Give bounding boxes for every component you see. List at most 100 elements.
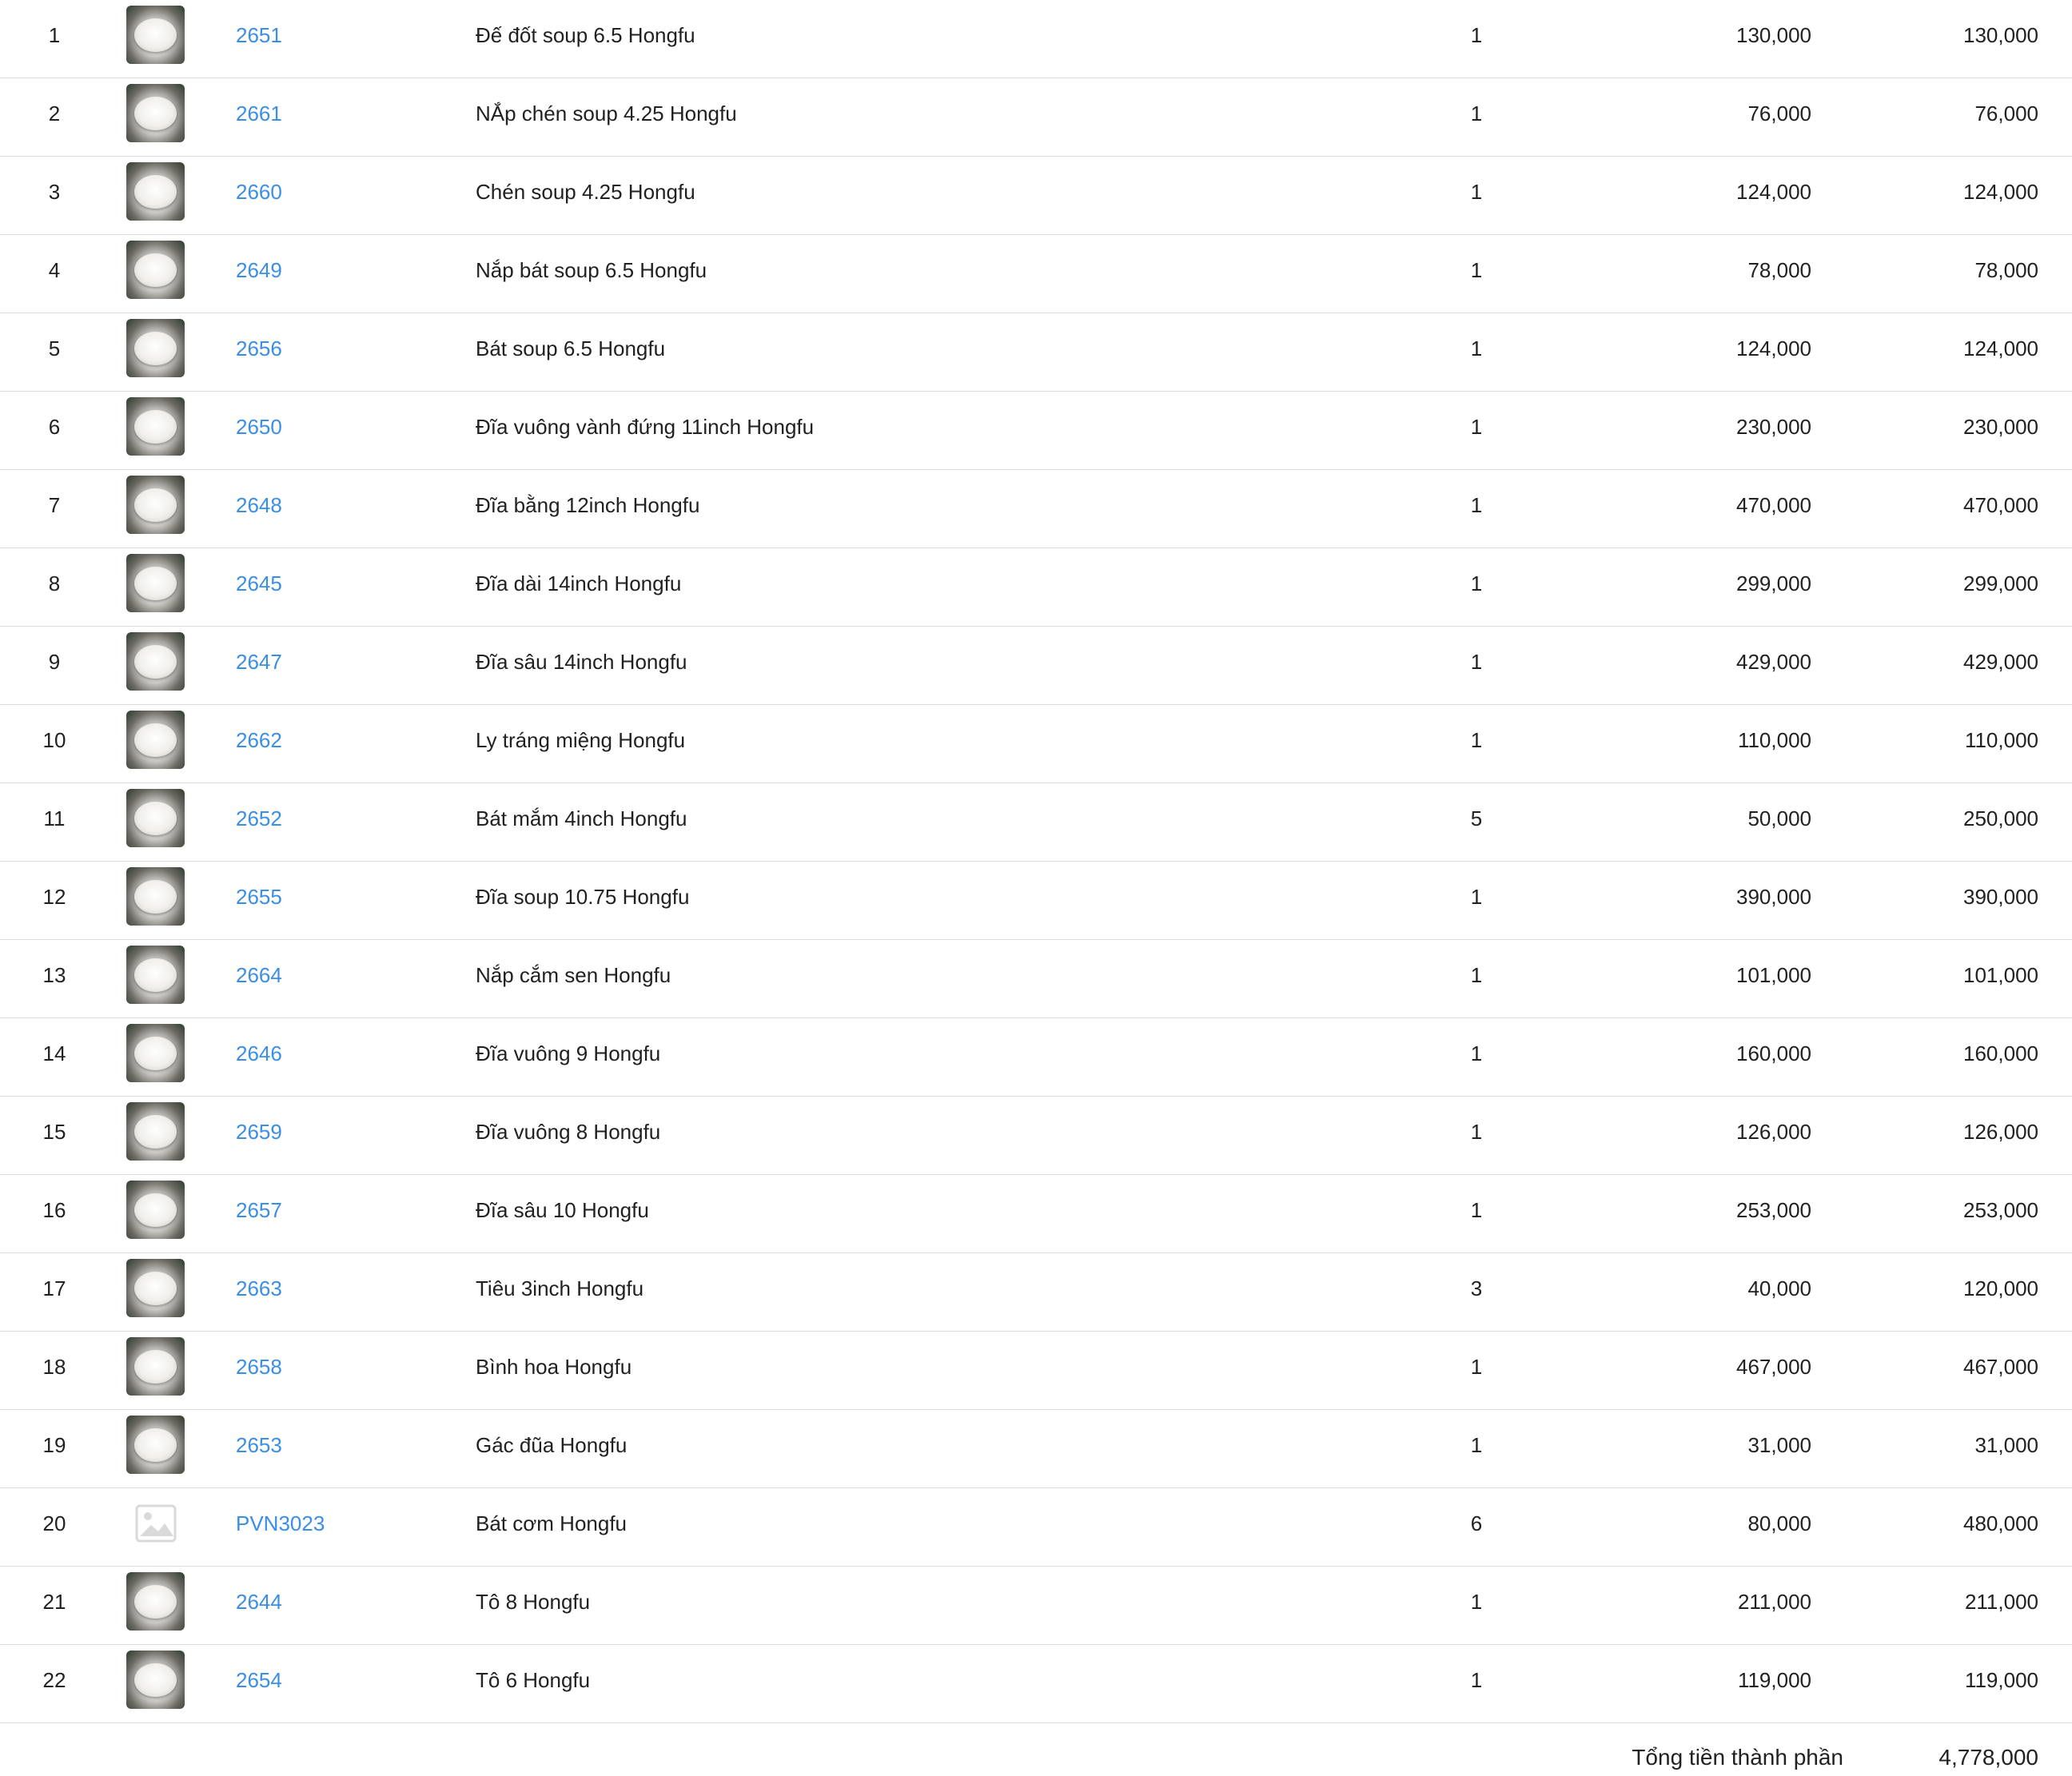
product-code-link[interactable]: 2657 [236,1175,282,1252]
quantity: 1 [1470,23,1483,47]
row-index: 18 [42,1355,66,1379]
quantity: 5 [1470,806,1483,830]
product-code-link[interactable]: 2662 [236,705,282,782]
row-index: 10 [42,728,66,752]
product-thumbnail[interactable] [126,711,185,769]
row-index: 16 [42,1198,66,1222]
product-name: Nắp cắm sen Hongfu [476,963,671,987]
quantity: 1 [1470,180,1483,204]
unit-price: 126,000 [1736,1120,1811,1144]
quantity: 3 [1470,1276,1483,1300]
product-code-link[interactable]: 2655 [236,862,282,939]
unit-price: 124,000 [1736,336,1811,360]
line-total: 429,000 [1963,650,2038,674]
table-row: 9 2647 Đĩa sâu 14inch Hongfu 1 429,000 429,00… [0,627,2072,705]
product-code-link[interactable]: 2664 [236,940,282,1017]
product-thumbnail[interactable] [126,632,185,691]
product-thumbnail[interactable] [126,554,185,612]
table-row: 19 2653 Gác đũa Hongfu 1 31,000 31,000 [0,1410,2072,1488]
line-total: 250,000 [1963,806,2038,830]
row-index: 15 [42,1120,66,1144]
product-thumbnail[interactable] [126,84,185,142]
unit-price: 40,000 [1747,1276,1811,1300]
quantity: 1 [1470,102,1483,125]
product-thumbnail[interactable] [126,1337,185,1396]
line-total: 253,000 [1963,1198,2038,1222]
product-thumbnail[interactable] [126,1102,185,1161]
unit-price: 130,000 [1736,23,1811,47]
product-name: Tô 6 Hongfu [476,1668,591,1692]
product-code-link[interactable]: 2651 [236,0,282,78]
product-code-link[interactable]: 2648 [236,470,282,548]
product-code-link[interactable]: 2658 [236,1332,282,1409]
quantity: 1 [1470,728,1483,752]
row-index: 7 [48,493,61,517]
quantity: 1 [1470,963,1483,987]
unit-price: 253,000 [1736,1198,1811,1222]
product-name: Bát cơm Hongfu [476,1511,628,1535]
row-index: 1 [48,23,61,47]
row-index: 11 [43,806,66,830]
product-thumbnail[interactable] [126,397,185,456]
product-thumbnail[interactable] [126,789,185,847]
row-index: 21 [42,1590,66,1614]
quantity: 1 [1470,1041,1483,1065]
product-code-link[interactable]: 2663 [236,1253,282,1331]
image-placeholder-icon[interactable] [126,1494,185,1552]
product-code-link[interactable]: 2650 [236,392,282,469]
table-row: 20 PVN3023 Bát cơm Hongfu 6 80,000 480,000 [0,1488,2072,1567]
line-total: 76,000 [1974,102,2038,125]
order-summary: Tổng tiền thành phần 4,778,000 [0,1734,2072,1776]
row-index: 5 [48,336,61,360]
product-thumbnail[interactable] [126,1651,185,1709]
product-code-link[interactable]: 2649 [236,235,282,313]
product-thumbnail[interactable] [126,241,185,299]
line-total: 78,000 [1974,258,2038,282]
line-total: 120,000 [1963,1276,2038,1300]
product-thumbnail[interactable] [126,1181,185,1239]
order-items-table: 1 2651 Đế đốt soup 6.5 Hongfu 1 130,000 130,0… [0,0,2072,1723]
product-code-link[interactable]: 2646 [236,1018,282,1096]
product-code-link[interactable]: 2660 [236,157,282,234]
row-index: 17 [42,1276,66,1300]
product-code-link[interactable]: PVN3023 [236,1488,325,1566]
unit-price: 211,000 [1737,1590,1811,1614]
product-code-link[interactable]: 2645 [236,548,282,626]
product-code-link[interactable]: 2654 [236,1645,282,1722]
product-code-link[interactable]: 2661 [236,78,282,156]
product-code-link[interactable]: 2652 [236,783,282,861]
product-thumbnail[interactable] [126,319,185,377]
product-thumbnail[interactable] [126,1024,185,1082]
unit-price: 230,000 [1736,415,1811,439]
quantity: 1 [1470,571,1483,595]
product-code-link[interactable]: 2647 [236,627,282,704]
product-thumbnail[interactable] [126,946,185,1004]
product-thumbnail[interactable] [126,1259,185,1317]
product-code-link[interactable]: 2653 [236,1410,282,1487]
product-code-link[interactable]: 2644 [236,1567,282,1644]
row-index: 8 [48,571,61,595]
product-code-link[interactable]: 2656 [236,313,282,391]
line-total: 101,000 [1963,963,2038,987]
product-thumbnail[interactable] [126,867,185,926]
unit-price: 299,000 [1736,571,1811,595]
product-thumbnail[interactable] [126,162,185,221]
product-thumbnail[interactable] [126,6,185,64]
quantity: 1 [1470,1355,1483,1379]
table-row: 8 2645 Đĩa dài 14inch Hongfu 1 299,000 299,00… [0,548,2072,627]
table-row: 14 2646 Đĩa vuông 9 Hongfu 1 160,000 160,000 [0,1018,2072,1097]
row-index: 6 [48,415,61,439]
quantity: 1 [1470,1198,1483,1222]
product-code-link[interactable]: 2659 [236,1097,282,1174]
line-total: 470,000 [1963,493,2038,517]
product-thumbnail[interactable] [126,476,185,534]
product-name: Đĩa sâu 14inch Hongfu [476,650,687,674]
table-row: 22 2654 Tô 6 Hongfu 1 119,000 119,000 [0,1645,2072,1723]
product-thumbnail[interactable] [126,1572,185,1631]
product-name: Tô 8 Hongfu [476,1590,591,1614]
quantity: 1 [1470,885,1483,909]
unit-price: 50,000 [1747,806,1811,830]
product-thumbnail[interactable] [126,1416,185,1474]
line-total: 467,000 [1963,1355,2038,1379]
quantity: 1 [1470,258,1483,282]
